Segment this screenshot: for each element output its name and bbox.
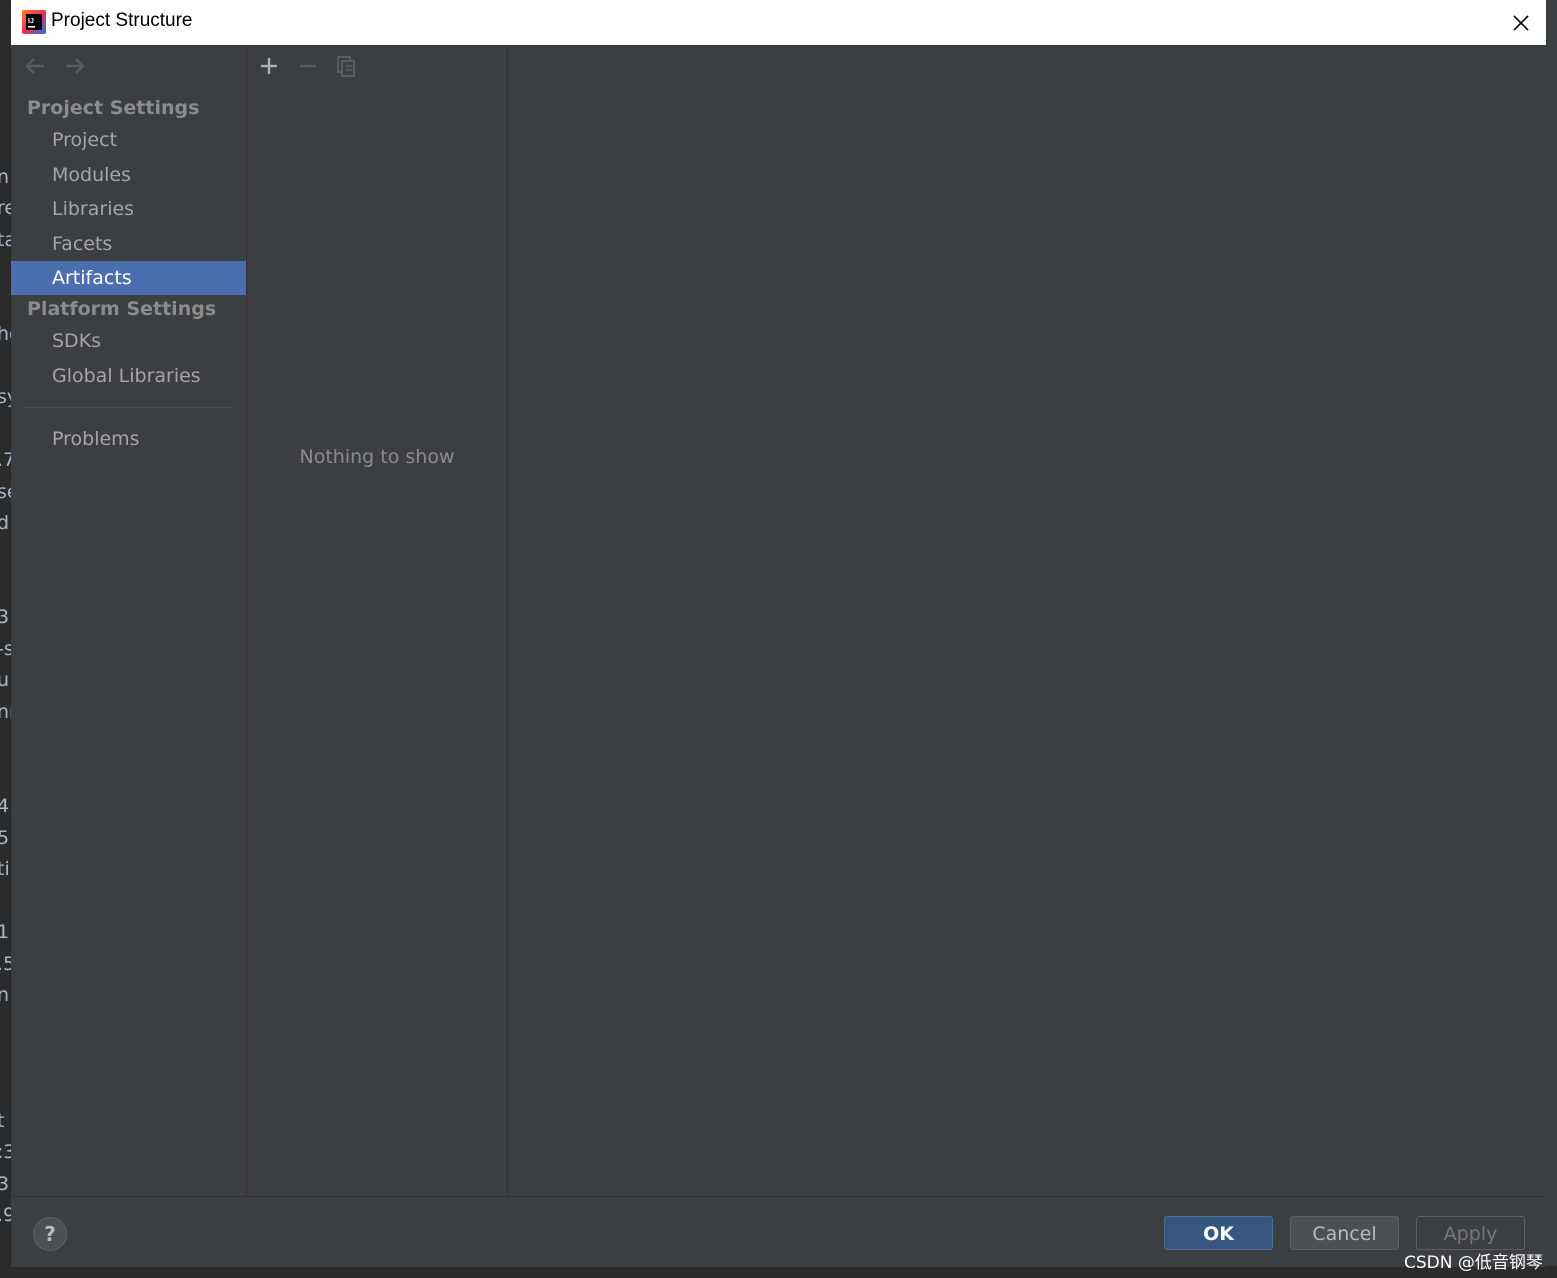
help-button[interactable]: ?	[33, 1217, 67, 1251]
editor-fragment: se	[0, 481, 11, 503]
project-structure-dialog: IJ Project Structure Project Settings Pr…	[11, 0, 1546, 1267]
sidebar-divider	[25, 407, 231, 408]
editor-fragment: .9	[0, 1204, 11, 1226]
settings-sidebar: Project Settings Project Modules Librari…	[11, 45, 247, 1196]
minus-icon[interactable]	[295, 53, 321, 79]
sidebar-item-libraries[interactable]: Libraries	[11, 192, 246, 226]
sidebar-item-project[interactable]: Project	[11, 123, 246, 157]
navigation-arrows	[23, 53, 99, 79]
editor-fragment: 4.	[0, 795, 11, 817]
empty-state-text: Nothing to show	[299, 446, 455, 468]
sidebar-item-facets[interactable]: Facets	[11, 227, 246, 261]
sidebar-item-problems[interactable]: Problems	[11, 422, 246, 456]
arrow-left-icon[interactable]	[23, 53, 49, 79]
editor-fragment: u	[0, 669, 10, 691]
editor-fragment: 5	[0, 827, 10, 849]
editor-fragment: ta	[0, 229, 11, 251]
ok-button[interactable]: OK	[1164, 1216, 1273, 1250]
background-panel-bottom	[0, 1266, 1557, 1278]
editor-fragment: n	[0, 166, 10, 188]
editor-fragment: :3	[0, 1141, 11, 1163]
intellij-idea-icon: IJ	[22, 10, 46, 34]
cancel-button[interactable]: Cancel	[1290, 1216, 1399, 1250]
close-icon[interactable]	[1506, 8, 1536, 38]
editor-fragment: 3	[0, 606, 10, 628]
editor-fragment: nr	[0, 701, 11, 723]
editor-fragment: .7	[0, 449, 11, 471]
editor-fragment: 1	[0, 921, 10, 943]
editor-fragment: he	[0, 323, 11, 345]
sidebar-item-global-libraries[interactable]: Global Libraries	[11, 359, 246, 393]
platform-settings-header: Platform Settings	[27, 298, 217, 320]
editor-fragment: 3	[0, 1173, 10, 1195]
editor-fragment: re	[0, 197, 11, 219]
project-settings-header: Project Settings	[27, 97, 200, 119]
copy-icon[interactable]	[334, 53, 360, 79]
watermark: CSDN @低音钢琴	[1404, 1253, 1543, 1273]
background-panel-right	[1546, 0, 1557, 1278]
editor-fragment: ti	[0, 858, 10, 880]
editor-fragment: .5	[0, 953, 11, 975]
editor-fragment: -s	[0, 638, 11, 660]
background-editor: n re ta he sy .7 se d 3 -s u nr 4. 5 ti …	[0, 0, 11, 1278]
arrow-right-icon[interactable]	[61, 53, 87, 79]
plus-icon[interactable]	[256, 53, 282, 79]
editor-fragment: d	[0, 512, 10, 534]
editor-fragment: sy	[0, 386, 11, 408]
editor-fragment: t	[0, 1110, 5, 1132]
sidebar-item-sdks[interactable]: SDKs	[11, 324, 246, 358]
artifacts-list-panel: Nothing to show	[247, 45, 508, 1196]
detail-panel	[508, 45, 1546, 1196]
sidebar-item-artifacts[interactable]: Artifacts	[11, 261, 246, 295]
editor-fragment: n:	[0, 984, 11, 1006]
svg-text:IJ: IJ	[28, 18, 34, 25]
dialog-title: Project Structure	[51, 10, 193, 31]
dialog-footer: ? OK Cancel Apply	[11, 1196, 1546, 1267]
apply-button[interactable]: Apply	[1416, 1216, 1525, 1250]
title-bar: IJ Project Structure	[11, 0, 1546, 45]
sidebar-item-modules[interactable]: Modules	[11, 158, 246, 192]
